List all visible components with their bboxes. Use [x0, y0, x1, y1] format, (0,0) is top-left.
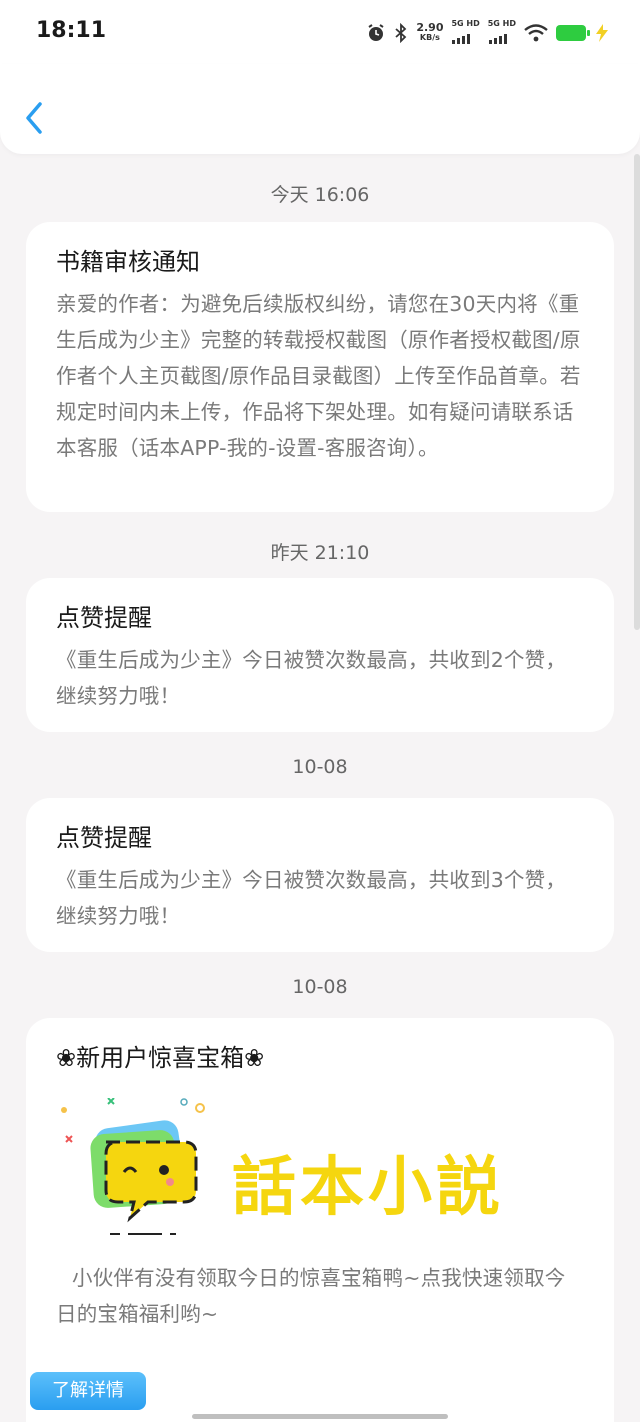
message-card[interactable]: ❀新用户惊喜宝箱❀ 話本小説 小伙伴有没有领取今日的惊喜宝箱鸭~点我快速领取今日…	[26, 1018, 614, 1422]
signal-bars-icon	[488, 33, 507, 44]
wifi-icon	[524, 24, 548, 42]
signal-bars-icon	[452, 33, 471, 44]
message-timestamp: 10-08	[292, 756, 348, 778]
message-title: ❀新用户惊喜宝箱❀	[56, 1044, 265, 1072]
sim2-signal: 5G HD	[488, 19, 516, 48]
message-body: 《重生后成为少主》今日被赞次数最高，共收到3个赞，继续努力哦！	[56, 868, 567, 928]
app-logo-banner: 話本小説	[56, 1098, 584, 1248]
header	[0, 64, 640, 154]
message-card[interactable]: 点赞提醒 《重生后成为少主》今日被赞次数最高，共收到3个赞，继续努力哦！	[26, 798, 614, 952]
message-timestamp: 今天 16:06	[270, 184, 370, 206]
message-title: 点赞提醒	[56, 824, 152, 852]
status-bar: 18:11 2.90 KB/s 5G HD 5G HD	[0, 0, 640, 64]
battery-icon	[556, 25, 590, 41]
learn-more-button[interactable]: 了解详情	[30, 1372, 146, 1410]
message-card[interactable]: 书籍审核通知 亲爱的作者：为避免后续版权纠纷，请您在30天内将《重生后成为少主》…	[26, 222, 614, 512]
message-card[interactable]: 点赞提醒 《重生后成为少主》今日被赞次数最高，共收到2个赞，继续努力哦！	[26, 578, 614, 732]
message-body: 亲爱的作者：为避免后续版权纠纷，请您在30天内将《重生后成为少主》完整的转载授权…	[56, 292, 581, 460]
home-indicator[interactable]	[192, 1414, 448, 1419]
bluetooth-icon	[395, 23, 407, 43]
app-logo-text: 話本小説	[232, 1150, 504, 1225]
message-title: 点赞提醒	[56, 604, 152, 632]
message-title: 书籍审核通知	[56, 248, 200, 276]
back-arrow-icon[interactable]	[18, 98, 54, 138]
message-timestamp: 昨天 21:10	[270, 542, 370, 564]
alarm-icon	[368, 24, 384, 41]
status-time: 18:11	[36, 18, 107, 43]
learn-more-button-wrapper: 了解详情	[30, 1372, 146, 1410]
message-body: 《重生后成为少主》今日被赞次数最高，共收到2个赞，继续努力哦！	[56, 648, 567, 708]
net-speed: 2.90 KB/s	[416, 21, 444, 42]
charging-icon	[596, 24, 608, 42]
message-timestamp: 10-08	[292, 976, 348, 998]
status-icons: 2.90 KB/s 5G HD 5G HD	[366, 16, 610, 50]
message-body: 小伙伴有没有领取今日的惊喜宝箱鸭~点我快速领取今日的宝箱福利哟~	[56, 1266, 566, 1326]
sim1-signal: 5G HD	[451, 19, 480, 48]
chat-bubble-logo-icon	[61, 1098, 205, 1235]
